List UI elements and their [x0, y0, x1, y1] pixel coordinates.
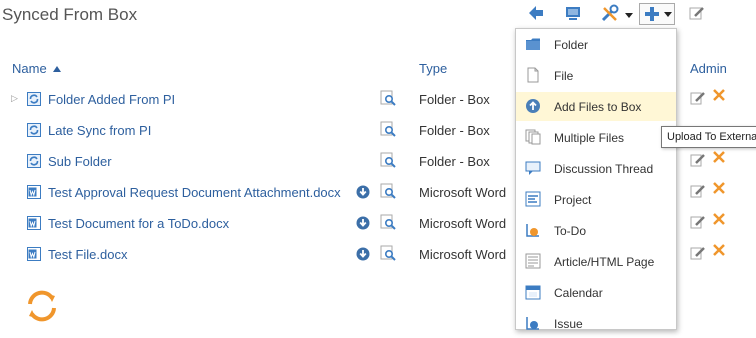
calendar-icon — [525, 285, 541, 300]
back-button[interactable] — [527, 4, 547, 24]
edit-icon[interactable] — [690, 90, 706, 106]
upload-icon — [526, 99, 540, 113]
item-name-link[interactable]: Test File.docx — [48, 247, 127, 262]
edit-icon[interactable] — [690, 152, 706, 168]
page-title: Synced From Box — [2, 5, 138, 24]
delete-icon[interactable] — [712, 181, 726, 195]
delete-icon[interactable] — [712, 243, 726, 257]
edit-icon[interactable] — [690, 183, 706, 199]
download-icon[interactable] — [356, 247, 370, 261]
download-icon[interactable] — [356, 185, 370, 199]
preview-icon[interactable] — [380, 183, 396, 199]
todo-icon — [526, 224, 539, 237]
multiple-files-icon — [525, 129, 541, 145]
tools-icon — [601, 4, 619, 22]
item-type: Folder - Box — [419, 154, 490, 169]
add-menu-button[interactable] — [639, 3, 675, 25]
word-doc-icon — [27, 247, 41, 261]
item-type: Folder - Box — [419, 92, 490, 107]
discussion-icon — [525, 161, 541, 175]
preview-icon[interactable] — [380, 214, 396, 230]
menu-item-to-do[interactable]: To-Do — [516, 216, 676, 245]
tools-menu-button[interactable] — [600, 4, 634, 24]
menu-item-article-html-page[interactable]: Article/HTML Page — [516, 247, 676, 276]
preview-icon[interactable] — [380, 90, 396, 106]
add-dropdown-menu: Folder File Add Files to Box Multiple Fi… — [515, 28, 677, 331]
edit-icon[interactable] — [690, 245, 706, 261]
item-name-link[interactable]: Folder Added From PI — [48, 92, 175, 107]
word-doc-icon — [27, 216, 41, 230]
item-type: Folder - Box — [419, 123, 490, 138]
preview-icon[interactable] — [380, 152, 396, 168]
item-name-link[interactable]: Sub Folder — [48, 154, 112, 169]
back-arrow-icon — [529, 6, 543, 20]
sync-icon[interactable] — [24, 288, 60, 324]
column-header-name[interactable]: Name — [12, 61, 62, 76]
item-type: Microsoft Word — [419, 216, 507, 231]
menu-item-project[interactable]: Project — [516, 185, 676, 214]
item-name-link[interactable]: Test Approval Request Document Attachmen… — [48, 185, 341, 200]
plus-icon — [645, 7, 659, 21]
delete-icon[interactable] — [712, 88, 726, 102]
monitor-icon — [566, 7, 580, 20]
item-name-link[interactable]: Late Sync from PI — [48, 123, 151, 138]
menu-item-calendar[interactable]: Calendar — [516, 278, 676, 307]
issue-icon — [526, 317, 539, 330]
sync-folder-icon — [27, 92, 41, 106]
delete-icon[interactable] — [712, 212, 726, 226]
item-type: Microsoft Word — [419, 247, 507, 262]
item-name-link[interactable]: Test Document for a ToDo.docx — [48, 216, 229, 231]
item-type: Microsoft Word — [419, 185, 507, 200]
menu-item-file[interactable]: File — [516, 61, 676, 90]
upload-tooltip: Upload To External — [661, 126, 756, 148]
sync-folder-icon — [27, 123, 41, 137]
expand-chevron-icon[interactable]: ▷ — [11, 93, 18, 104]
sync-folder-icon — [27, 154, 41, 168]
download-icon[interactable] — [356, 216, 370, 230]
dropdown-caret-icon — [664, 12, 672, 17]
menu-item-folder[interactable]: Folder — [516, 30, 676, 59]
edit-icon[interactable] — [690, 214, 706, 230]
menu-item-multiple-files[interactable]: Multiple Files — [516, 123, 676, 152]
dropdown-caret-icon — [625, 13, 633, 18]
menu-item-issue[interactable]: Issue — [516, 309, 676, 338]
file-icon — [527, 67, 539, 83]
folder-icon — [526, 38, 540, 50]
preview-icon[interactable] — [380, 245, 396, 261]
article-icon — [525, 253, 541, 269]
menu-item-add-files-to-box[interactable]: Add Files to Box — [516, 92, 676, 121]
project-icon — [525, 191, 541, 207]
edit-icon — [689, 7, 704, 20]
sort-ascending-icon — [53, 66, 62, 72]
word-doc-icon — [27, 185, 41, 199]
menu-item-discussion-thread[interactable]: Discussion Thread — [516, 154, 676, 183]
view-button[interactable] — [564, 4, 584, 24]
column-header-type[interactable]: Type — [419, 61, 447, 76]
preview-icon[interactable] — [380, 121, 396, 137]
column-header-admin[interactable]: Admin — [690, 61, 727, 76]
delete-icon[interactable] — [712, 150, 726, 164]
edit-page-button[interactable] — [688, 4, 708, 24]
